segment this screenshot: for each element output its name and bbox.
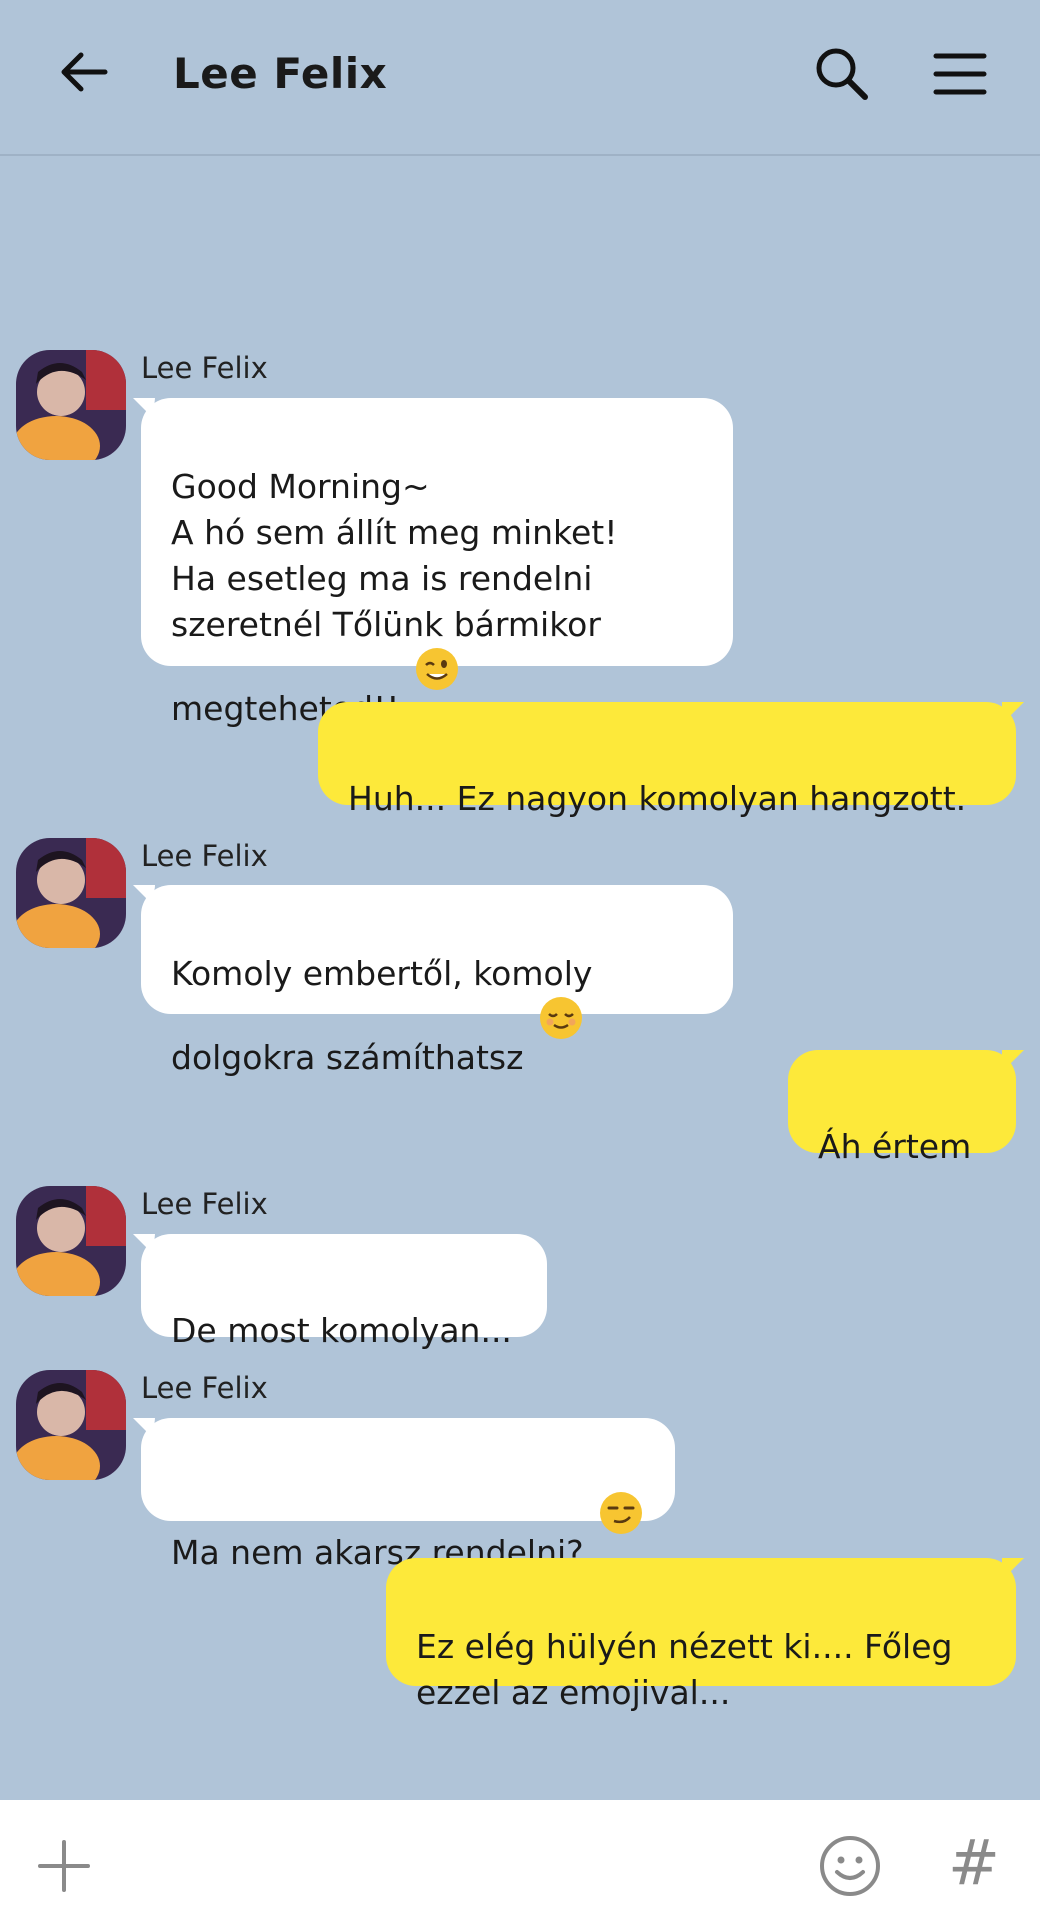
avatar[interactable] (16, 838, 126, 948)
message-text: Huh... Ez nagyon komolyan hangzott. (348, 779, 967, 818)
sender-name: Lee Felix (141, 1187, 268, 1221)
plus-icon[interactable] (36, 1838, 92, 1894)
chat-title: Lee Felix (173, 49, 388, 98)
winking-face-emoji-icon (416, 648, 458, 690)
incoming-message-bubble[interactable]: Good Morning~ A hó sem állít meg minket!… (141, 398, 733, 728)
smiley-icon[interactable] (818, 1834, 882, 1898)
message-text: Good Morning~ A hó sem állít meg minket!… (171, 467, 618, 728)
back-arrow-icon[interactable] (55, 42, 115, 102)
outgoing-message-bubble[interactable]: Áh értem (788, 1050, 1016, 1166)
sender-name: Lee Felix (141, 1371, 268, 1405)
smirking-face-emoji-icon (600, 1492, 643, 1534)
message-text: De most komolyan... (171, 1311, 512, 1350)
hashtag-button[interactable]: # (944, 1828, 1004, 1898)
incoming-message-bubble[interactable]: De most komolyan... (141, 1234, 547, 1350)
avatar[interactable] (16, 1370, 126, 1480)
message-text: Ez elég hülyén nézett ki.... Főleg ezzel… (416, 1627, 953, 1712)
sender-name: Lee Felix (141, 351, 268, 385)
sender-name: Lee Felix (141, 839, 268, 873)
outgoing-message-bubble[interactable]: Huh... Ez nagyon komolyan hangzott. (318, 702, 1016, 818)
incoming-message-bubble[interactable]: Komoly embertől, komoly dolgokra számíth… (141, 885, 733, 1077)
incoming-message-bubble[interactable]: Ma nem akarsz rendelni? (141, 1418, 675, 1572)
avatar[interactable] (16, 350, 126, 460)
chat-input-bar (0, 1800, 1040, 1920)
message-text: Áh értem (818, 1127, 972, 1166)
relieved-face-emoji-icon (539, 997, 582, 1039)
hamburger-menu-icon[interactable] (930, 44, 990, 104)
search-icon[interactable] (812, 44, 872, 104)
chat-header: Lee Felix (0, 0, 1040, 156)
avatar[interactable] (16, 1186, 126, 1296)
message-text: Komoly embertől, komoly dolgokra számíth… (171, 954, 593, 1077)
outgoing-message-bubble[interactable]: Ez elég hülyén nézett ki.... Főleg ezzel… (386, 1558, 1016, 1712)
